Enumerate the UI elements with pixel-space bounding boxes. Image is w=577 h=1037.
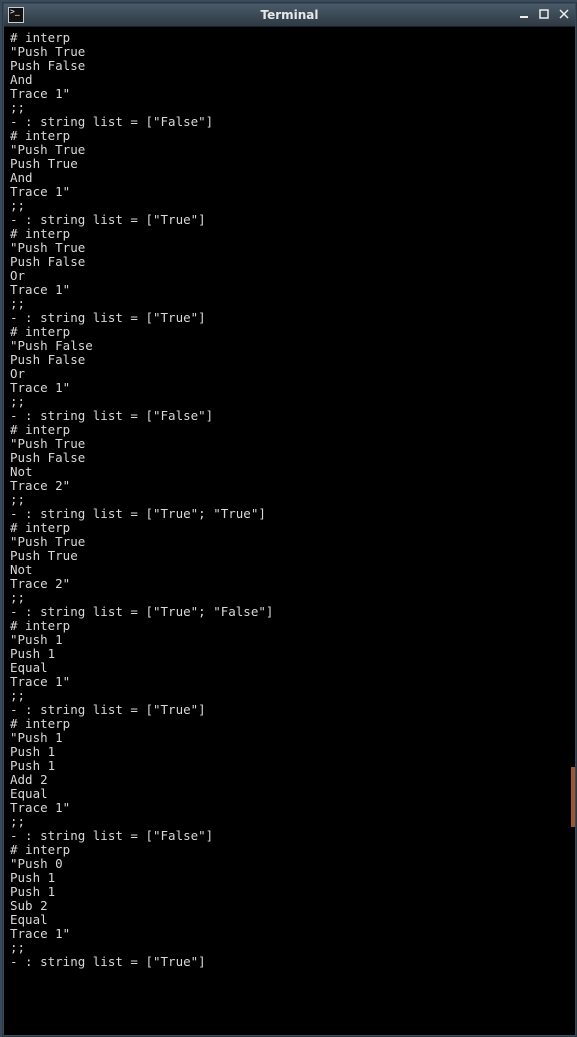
terminal-line: # interp (10, 423, 569, 437)
terminal-line: Push False (10, 353, 569, 367)
terminal-line: ;; (10, 941, 569, 955)
terminal-line: # interp (10, 843, 569, 857)
terminal-line: Push False (10, 255, 569, 269)
terminal-line: - : string list = ["True"] (10, 213, 569, 227)
terminal-line: # interp (10, 31, 569, 45)
terminal-line: Trace 1" (10, 283, 569, 297)
terminal-line: ;; (10, 689, 569, 703)
terminal-line: "Push 0 (10, 857, 569, 871)
terminal-line: # interp (10, 521, 569, 535)
terminal-line: Trace 1" (10, 185, 569, 199)
terminal-line: "Push True (10, 45, 569, 59)
terminal-line: Trace 1" (10, 381, 569, 395)
terminal-line: Trace 2" (10, 479, 569, 493)
terminal-line: And (10, 73, 569, 87)
terminal-line: # interp (10, 717, 569, 731)
terminal-line: And (10, 171, 569, 185)
terminal-line: Push 1 (10, 759, 569, 773)
terminal-line: "Push True (10, 535, 569, 549)
terminal-line: Push False (10, 59, 569, 73)
terminal-line: - : string list = ["True"] (10, 955, 569, 969)
terminal-line: Trace 1" (10, 675, 569, 689)
terminal-line: ;; (10, 199, 569, 213)
terminal-line: Equal (10, 787, 569, 801)
terminal-line: Push 1 (10, 885, 569, 899)
terminal-line: Trace 1" (10, 801, 569, 815)
window-controls (516, 6, 572, 22)
terminal-line: "Push True (10, 241, 569, 255)
terminal-line: # interp (10, 227, 569, 241)
terminal-line: - : string list = ["True"] (10, 311, 569, 325)
terminal-line: Push True (10, 157, 569, 171)
terminal-line: Or (10, 367, 569, 381)
terminal-line: - : string list = ["False"] (10, 115, 569, 129)
terminal-line: "Push 1 (10, 731, 569, 745)
terminal-icon (8, 7, 24, 23)
terminal-line: Add 2 (10, 773, 569, 787)
terminal-line: Trace 1" (10, 87, 569, 101)
terminal-line: Not (10, 465, 569, 479)
terminal-line: # interp (10, 129, 569, 143)
terminal-line: Trace 2" (10, 577, 569, 591)
terminal-window: Terminal # interp"Push TruePush FalseAnd… (3, 3, 576, 1036)
terminal-line: ;; (10, 395, 569, 409)
minimize-button[interactable] (516, 6, 532, 22)
terminal-line: ;; (10, 493, 569, 507)
terminal-line: Equal (10, 661, 569, 675)
titlebar[interactable]: Terminal (4, 4, 575, 27)
terminal-line: Not (10, 563, 569, 577)
terminal-line: ;; (10, 101, 569, 115)
terminal-line: Trace 1" (10, 927, 569, 941)
terminal-line: Or (10, 269, 569, 283)
terminal-line: - : string list = ["True"] (10, 703, 569, 717)
window-title: Terminal (4, 8, 575, 22)
maximize-button[interactable] (536, 6, 552, 22)
terminal-line: Sub 2 (10, 899, 569, 913)
close-button[interactable] (556, 6, 572, 22)
terminal-line: - : string list = ["False"] (10, 409, 569, 423)
terminal-line: - : string list = ["True"; "True"] (10, 507, 569, 521)
scrollbar-thumb[interactable] (571, 767, 575, 827)
terminal-line: # interp (10, 619, 569, 633)
terminal-output[interactable]: # interp"Push TruePush FalseAndTrace 1";… (4, 27, 575, 1035)
terminal-line: Push 1 (10, 871, 569, 885)
terminal-line: - : string list = ["False"] (10, 829, 569, 843)
terminal-line: Push 1 (10, 647, 569, 661)
terminal-line: - : string list = ["True"; "False"] (10, 605, 569, 619)
terminal-line: ;; (10, 815, 569, 829)
terminal-line: ;; (10, 297, 569, 311)
terminal-line: Push False (10, 451, 569, 465)
terminal-line: # interp (10, 325, 569, 339)
terminal-line: ;; (10, 591, 569, 605)
terminal-line: Push True (10, 549, 569, 563)
terminal-line: "Push True (10, 143, 569, 157)
terminal-line: Equal (10, 913, 569, 927)
terminal-line: "Push False (10, 339, 569, 353)
terminal-line: "Push True (10, 437, 569, 451)
terminal-line: "Push 1 (10, 633, 569, 647)
terminal-line: Push 1 (10, 745, 569, 759)
